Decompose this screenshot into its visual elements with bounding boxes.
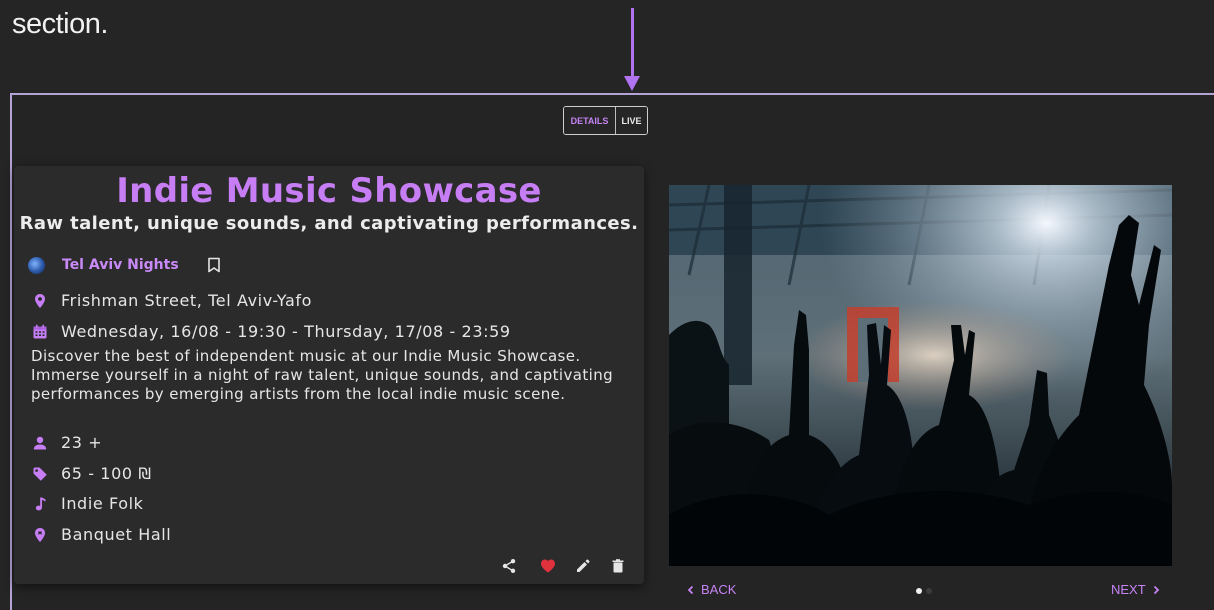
organizer-avatar[interactable] (28, 256, 45, 274)
genres-row: Indie Folk (32, 494, 144, 513)
edit-pencil-icon[interactable] (575, 558, 591, 574)
chevron-left-icon (687, 585, 694, 594)
event-subtitle: Raw talent, unique sounds, and captivati… (19, 213, 639, 234)
bookmark-icon[interactable] (207, 257, 221, 273)
section-heading-fragment: section. (12, 8, 108, 40)
live-toggle-button[interactable]: LIVE (616, 107, 647, 134)
event-price-range: 65 - 100 ₪ (61, 464, 152, 483)
event-genres: Indie Folk (61, 494, 144, 513)
gallery-back-label: BACK (701, 582, 737, 597)
venue-pin-icon (35, 527, 45, 542)
share-icon[interactable] (501, 558, 517, 574)
pointer-arrow-shaft (631, 8, 634, 78)
age-row: 23 + (32, 433, 102, 452)
chevron-right-icon (1153, 585, 1159, 594)
delete-trash-icon[interactable] (610, 558, 626, 574)
datetime-row: Wednesday, 16/08 - 19:30 - Thursday, 17/… (32, 322, 511, 341)
favorite-heart-icon[interactable] (540, 558, 556, 574)
event-title: Indie Music Showcase (116, 171, 542, 211)
pointer-arrow-icon (624, 76, 640, 91)
gallery-next-label: NEXT (1111, 582, 1146, 597)
gallery-next-button[interactable]: NEXT (1111, 582, 1162, 597)
location-pin-icon (35, 293, 45, 308)
event-venue-type: Banquet Hall (61, 525, 172, 544)
event-datetime: Wednesday, 16/08 - 19:30 - Thursday, 17/… (61, 322, 511, 341)
page: section. DETAILS LIVE Indie Music Showca… (0, 0, 1214, 610)
pagination-dot[interactable] (926, 588, 932, 594)
event-details-card: Indie Music Showcase Raw talent, unique … (14, 166, 644, 584)
organizer-row: Tel Aviv Nights (28, 254, 221, 276)
organizer-name-link[interactable]: Tel Aviv Nights (62, 257, 179, 273)
gallery-back-button[interactable]: BACK (685, 582, 736, 597)
concert-crowd-image (669, 185, 1172, 566)
music-note-icon (35, 497, 46, 510)
event-photo (669, 185, 1172, 566)
pagination-dot-active[interactable] (916, 588, 922, 594)
gallery-pagination (916, 588, 932, 594)
price-row: 65 - 100 ₪ (32, 464, 151, 483)
event-age-limit: 23 + (61, 433, 103, 452)
calendar-icon (33, 324, 47, 338)
price-tag-icon (33, 467, 47, 481)
event-description: Discover the best of independent music a… (31, 347, 614, 403)
view-toggle: DETAILS LIVE (563, 106, 648, 135)
card-actions (482, 558, 626, 574)
location-row: Frishman Street, Tel Aviv-Yafo (32, 291, 312, 310)
details-toggle-button[interactable]: DETAILS (564, 107, 616, 134)
person-icon (33, 436, 47, 449)
event-location: Frishman Street, Tel Aviv-Yafo (61, 291, 313, 310)
venue-type-row: Banquet Hall (32, 525, 171, 544)
